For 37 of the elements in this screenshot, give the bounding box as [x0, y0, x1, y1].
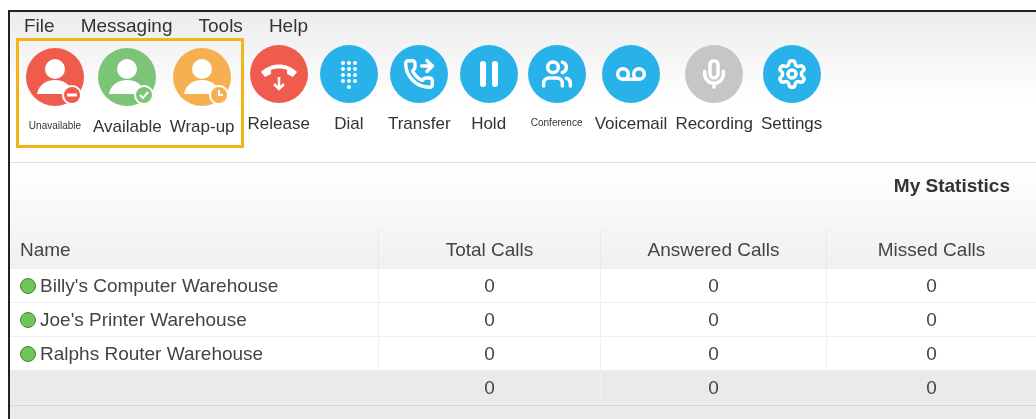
- table-cell: 0: [600, 303, 826, 337]
- voicemail-icon: [601, 44, 661, 104]
- person-check-icon: [97, 47, 158, 107]
- toolbar-button[interactable]: Available: [89, 41, 166, 145]
- toolbar-button[interactable]: Voicemail: [590, 38, 672, 142]
- menu-item[interactable]: Tools: [198, 14, 243, 38]
- total-cell: 0: [826, 371, 1036, 405]
- hang-up-icon: [248, 44, 309, 104]
- total-cell: 0: [600, 371, 826, 405]
- person-minus-icon: [25, 47, 85, 107]
- toolbar-button[interactable]: Wrap-up: [165, 41, 239, 145]
- column-header[interactable]: Name: [10, 229, 378, 269]
- toolbar-button[interactable]: Dial: [313, 38, 384, 142]
- table-cell: 0: [826, 269, 1036, 303]
- table-cell: 0: [600, 269, 826, 303]
- keypad-icon: [318, 44, 379, 104]
- table-cell: 0: [600, 337, 826, 371]
- table-cell: 0: [378, 303, 600, 337]
- pause-icon: [458, 44, 519, 104]
- row-name: Joe's Printer Warehouse: [40, 308, 247, 331]
- row-name: Ralphs Router Warehouse: [40, 342, 264, 365]
- table-cell: 0: [378, 269, 600, 303]
- menu-item[interactable]: Help: [268, 14, 308, 38]
- person-clock-icon: [172, 47, 233, 107]
- toolbar-button[interactable]: Unavailable: [21, 41, 89, 145]
- toolbar-button[interactable]: Hold: [454, 38, 523, 142]
- settings-icon: [761, 44, 822, 104]
- table-title: My Statistics: [893, 174, 1010, 198]
- row-name: Billy's Computer Warehouse: [40, 274, 279, 297]
- table-cell: 0: [378, 337, 600, 371]
- table-cell: 0: [826, 303, 1036, 337]
- toolbar-button[interactable]: Settings: [756, 38, 827, 142]
- menu-item[interactable]: File: [24, 14, 55, 38]
- total-cell: 0: [378, 371, 600, 405]
- menu-item[interactable]: Messaging: [80, 14, 173, 38]
- table-cell: 0: [826, 337, 1036, 371]
- toolbar-button[interactable]: Release: [243, 38, 314, 142]
